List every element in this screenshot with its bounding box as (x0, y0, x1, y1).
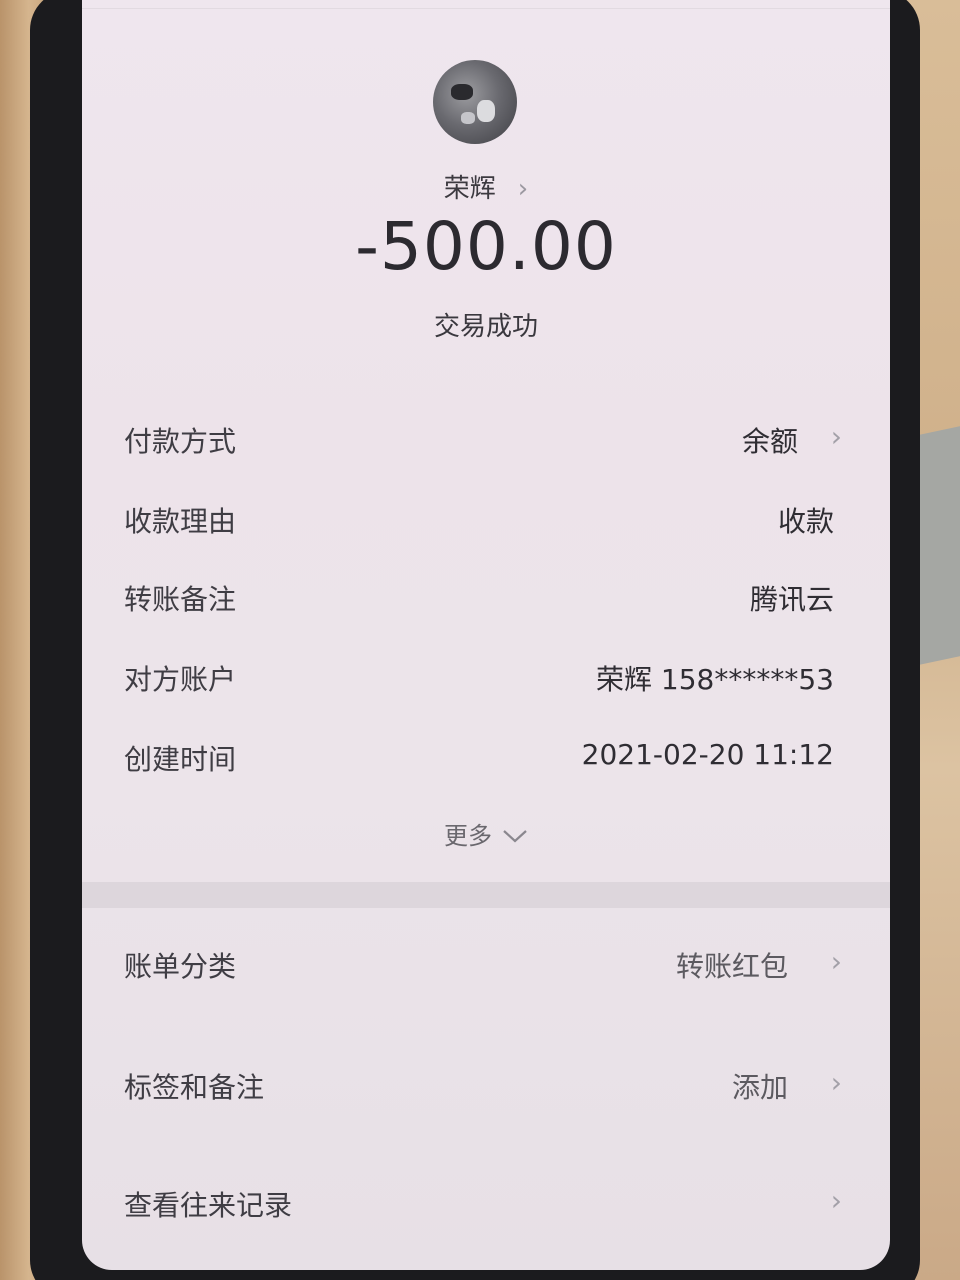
action-row-history[interactable]: 查看往来记录 › (124, 1184, 842, 1228)
detail-label: 收款理由 (124, 505, 237, 538)
detail-label: 对方账户 (124, 663, 237, 696)
action-label: 账单分类 (124, 950, 237, 983)
action-row-tags-notes[interactable]: 标签和备注 添加 › (124, 1066, 842, 1110)
top-divider (82, 8, 890, 9)
detail-label: 付款方式 (124, 425, 237, 458)
payee-link[interactable]: 荣辉 › (82, 168, 890, 205)
detail-value: 余额 (741, 425, 798, 458)
action-label: 标签和备注 (124, 1071, 265, 1104)
detail-row-payment-method[interactable]: 付款方式 余额 › (124, 420, 842, 464)
chevron-right-icon: › (517, 174, 529, 204)
chevron-right-icon: › (830, 420, 842, 453)
detail-row-reason: 收款理由 收款 (124, 500, 834, 544)
payee-name: 荣辉 (443, 174, 496, 204)
chevron-right-icon: › (830, 1184, 842, 1217)
avatar[interactable] (433, 60, 517, 144)
detail-label: 创建时间 (124, 743, 237, 776)
transaction-amount: -500.00 (355, 208, 617, 285)
screen: 荣辉 › -500.00 交易成功 付款方式 余额 › 收款理由 收款 转账备注 … (82, 0, 890, 1270)
detail-row-account: 对方账户 荣辉 158******53 (124, 658, 834, 702)
action-label: 查看往来记录 (124, 1189, 293, 1222)
detail-value: 收款 (777, 505, 834, 538)
action-value: 添加 (731, 1071, 788, 1104)
transaction-status: 交易成功 (433, 312, 538, 342)
detail-row-note: 转账备注 腾讯云 (124, 578, 834, 622)
detail-value: 荣辉 158******53 (596, 663, 834, 696)
detail-value: 腾讯云 (749, 583, 834, 616)
action-value: 转账红包 (675, 950, 788, 983)
detail-row-created-time: 创建时间 2021-02-20 11:12 (124, 738, 834, 782)
more-toggle[interactable]: 更多 (82, 816, 890, 851)
action-row-bill-category[interactable]: 账单分类 转账红包 › (124, 945, 842, 989)
chevron-right-icon: › (830, 945, 842, 978)
detail-value: 2021-02-20 11:12 (581, 738, 834, 771)
detail-label: 转账备注 (124, 583, 237, 616)
section-divider (82, 882, 890, 908)
chevron-right-icon: › (830, 1066, 842, 1099)
chevron-down-icon (502, 822, 528, 850)
more-label: 更多 (444, 822, 492, 850)
phone-frame: 荣辉 › -500.00 交易成功 付款方式 余额 › 收款理由 收款 转账备注 … (30, 0, 920, 1280)
